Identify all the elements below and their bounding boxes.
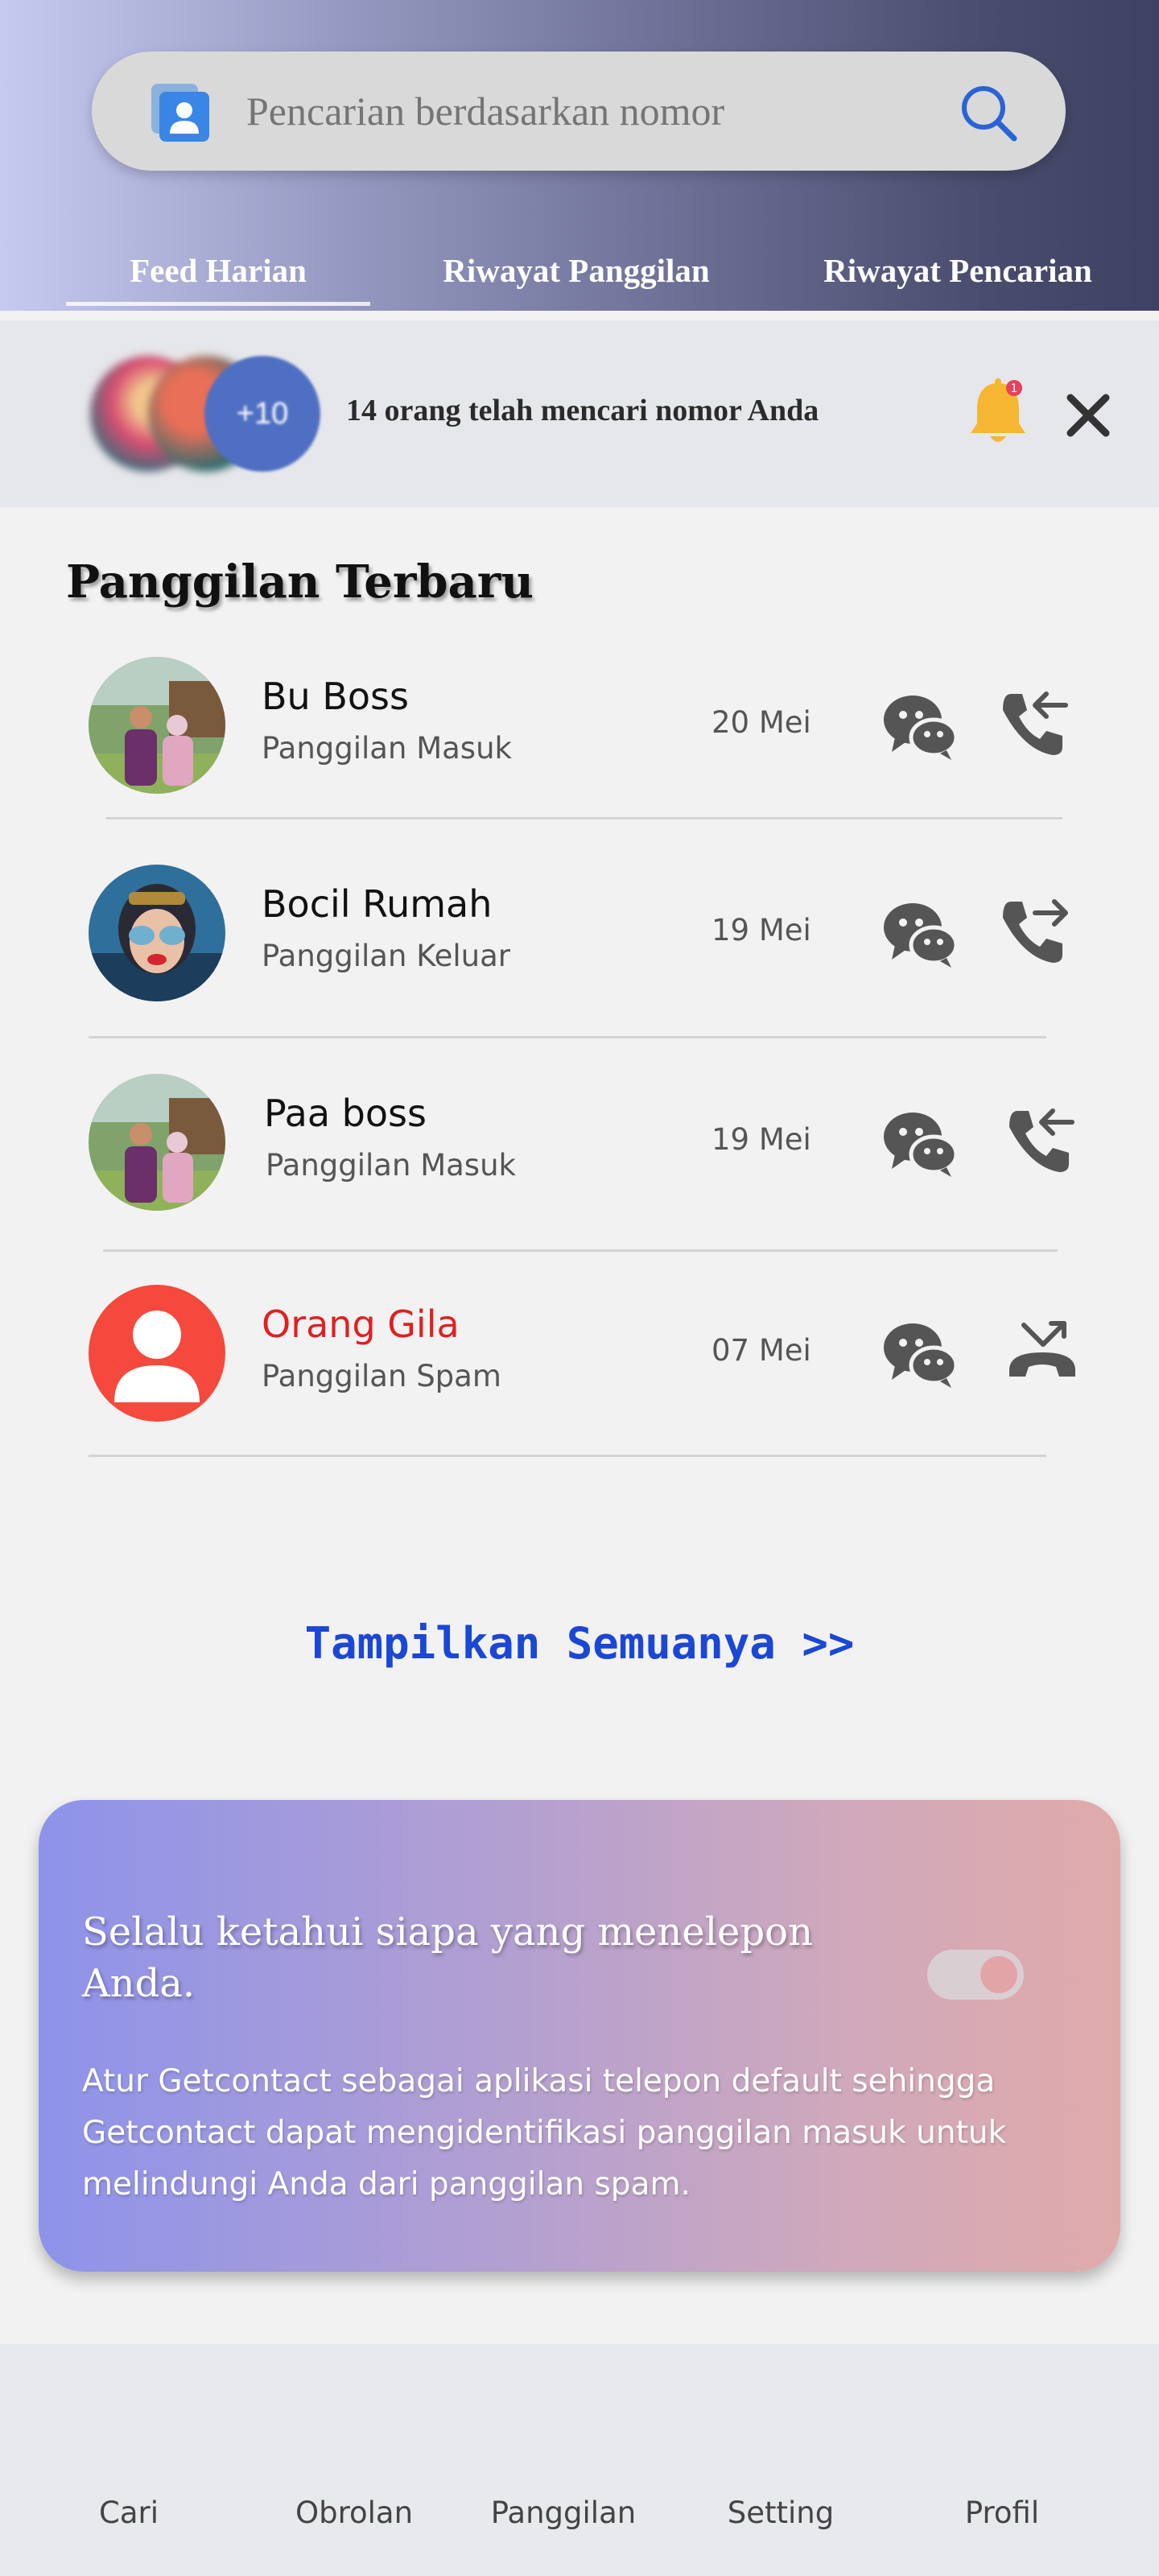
call-type: Panggilan Masuk xyxy=(266,1148,516,1183)
rejected-call-icon[interactable] xyxy=(1004,1314,1080,1389)
chat-icon[interactable] xyxy=(881,689,958,762)
promo-description: Atur Getcontact sebagai aplikasi telepon… xyxy=(82,2063,1007,2202)
avatar-default xyxy=(89,1285,225,1422)
tab-riwayat-pencarian[interactable]: Riwayat Pencarian xyxy=(789,251,1127,308)
call-date: 19 Mei xyxy=(711,1122,811,1157)
searcher-avatar-stack: +10 xyxy=(90,356,324,472)
avatar xyxy=(89,657,225,794)
caller-name: Paa boss xyxy=(264,1092,427,1135)
tab-riwayat-panggilan[interactable]: Riwayat Panggilan xyxy=(402,251,750,308)
divider xyxy=(103,1249,1058,1252)
nav-item-profil[interactable]: Profil xyxy=(934,2496,1070,2530)
show-all-link[interactable]: Tampilkan Semuanya >> xyxy=(0,1618,1159,1669)
search-bar[interactable] xyxy=(92,52,1066,171)
call-type: Panggilan Spam xyxy=(262,1359,501,1393)
bell-icon[interactable]: 1 xyxy=(964,377,1032,451)
avatar-more-count: +10 xyxy=(204,356,320,472)
call-row[interactable]: Paa boss Panggilan Masuk 19 Mei xyxy=(0,1074,1159,1251)
header: Feed Harian Riwayat Panggilan Riwayat Pe… xyxy=(0,0,1159,311)
outgoing-call-icon[interactable] xyxy=(995,894,1070,969)
call-row[interactable]: Orang Gila Panggilan Spam 07 Mei xyxy=(0,1285,1159,1462)
close-icon[interactable] xyxy=(1062,390,1114,441)
call-date: 20 Mei xyxy=(711,705,811,740)
tab-feed-harian[interactable]: Feed Harian xyxy=(66,251,370,308)
divider xyxy=(89,1455,1046,1457)
chat-icon[interactable] xyxy=(881,1106,958,1179)
call-type: Panggilan Masuk xyxy=(262,731,512,766)
chat-icon[interactable] xyxy=(881,897,958,969)
nav-item-cari[interactable]: Cari xyxy=(64,2496,193,2530)
caller-name: Bu Boss xyxy=(262,675,409,718)
caller-name: Orang Gila xyxy=(262,1302,460,1346)
call-row[interactable]: Bocil Rumah Panggilan Keluar 19 Mei xyxy=(0,865,1159,1042)
nav-item-setting[interactable]: Setting xyxy=(700,2496,861,2530)
call-row[interactable]: Bu Boss Panggilan Masuk 20 Mei xyxy=(0,657,1159,834)
bell-badge: 1 xyxy=(1011,382,1018,395)
nav-item-obrolan[interactable]: Obrolan xyxy=(274,2496,435,2530)
search-icon[interactable] xyxy=(958,82,1019,143)
default-dialer-promo-card[interactable]: Selalu ketahui siapa yang menelepon Anda… xyxy=(39,1800,1120,2272)
incoming-call-icon[interactable] xyxy=(1001,1103,1077,1179)
bottom-navigation: Cari Obrolan Panggilan Setting Profil xyxy=(0,2344,1159,2576)
call-type: Panggilan Keluar xyxy=(262,939,510,973)
divider xyxy=(106,817,1062,819)
banner-message: 14 orang telah mencari nomor Anda xyxy=(346,393,819,428)
toggle-knob xyxy=(980,1956,1017,1993)
caller-name: Bocil Rumah xyxy=(262,882,493,926)
default-dialer-toggle[interactable] xyxy=(927,1950,1024,2000)
divider xyxy=(89,1036,1046,1038)
call-date: 07 Mei xyxy=(711,1333,811,1368)
chat-icon[interactable] xyxy=(881,1317,958,1389)
active-tab-indicator xyxy=(66,302,370,306)
promo-title: Selalu ketahui siapa yang menelepon Anda… xyxy=(82,1909,813,2006)
incoming-call-icon[interactable] xyxy=(995,686,1070,762)
more-count: +10 xyxy=(236,396,289,431)
contact-card-icon[interactable] xyxy=(148,80,212,145)
call-date: 19 Mei xyxy=(711,913,811,947)
section-title-recent-calls: Panggilan Terbaru xyxy=(66,555,534,609)
search-notification-banner[interactable]: +10 14 orang telah mencari nomor Anda 1 xyxy=(0,320,1159,507)
banner-text: orang telah mencari nomor Anda xyxy=(384,394,819,427)
search-count: 14 xyxy=(346,394,377,427)
search-input[interactable] xyxy=(246,85,906,137)
avatar xyxy=(89,1074,225,1211)
nav-item-panggilan[interactable]: Panggilan xyxy=(475,2496,652,2530)
avatar xyxy=(89,865,225,1001)
